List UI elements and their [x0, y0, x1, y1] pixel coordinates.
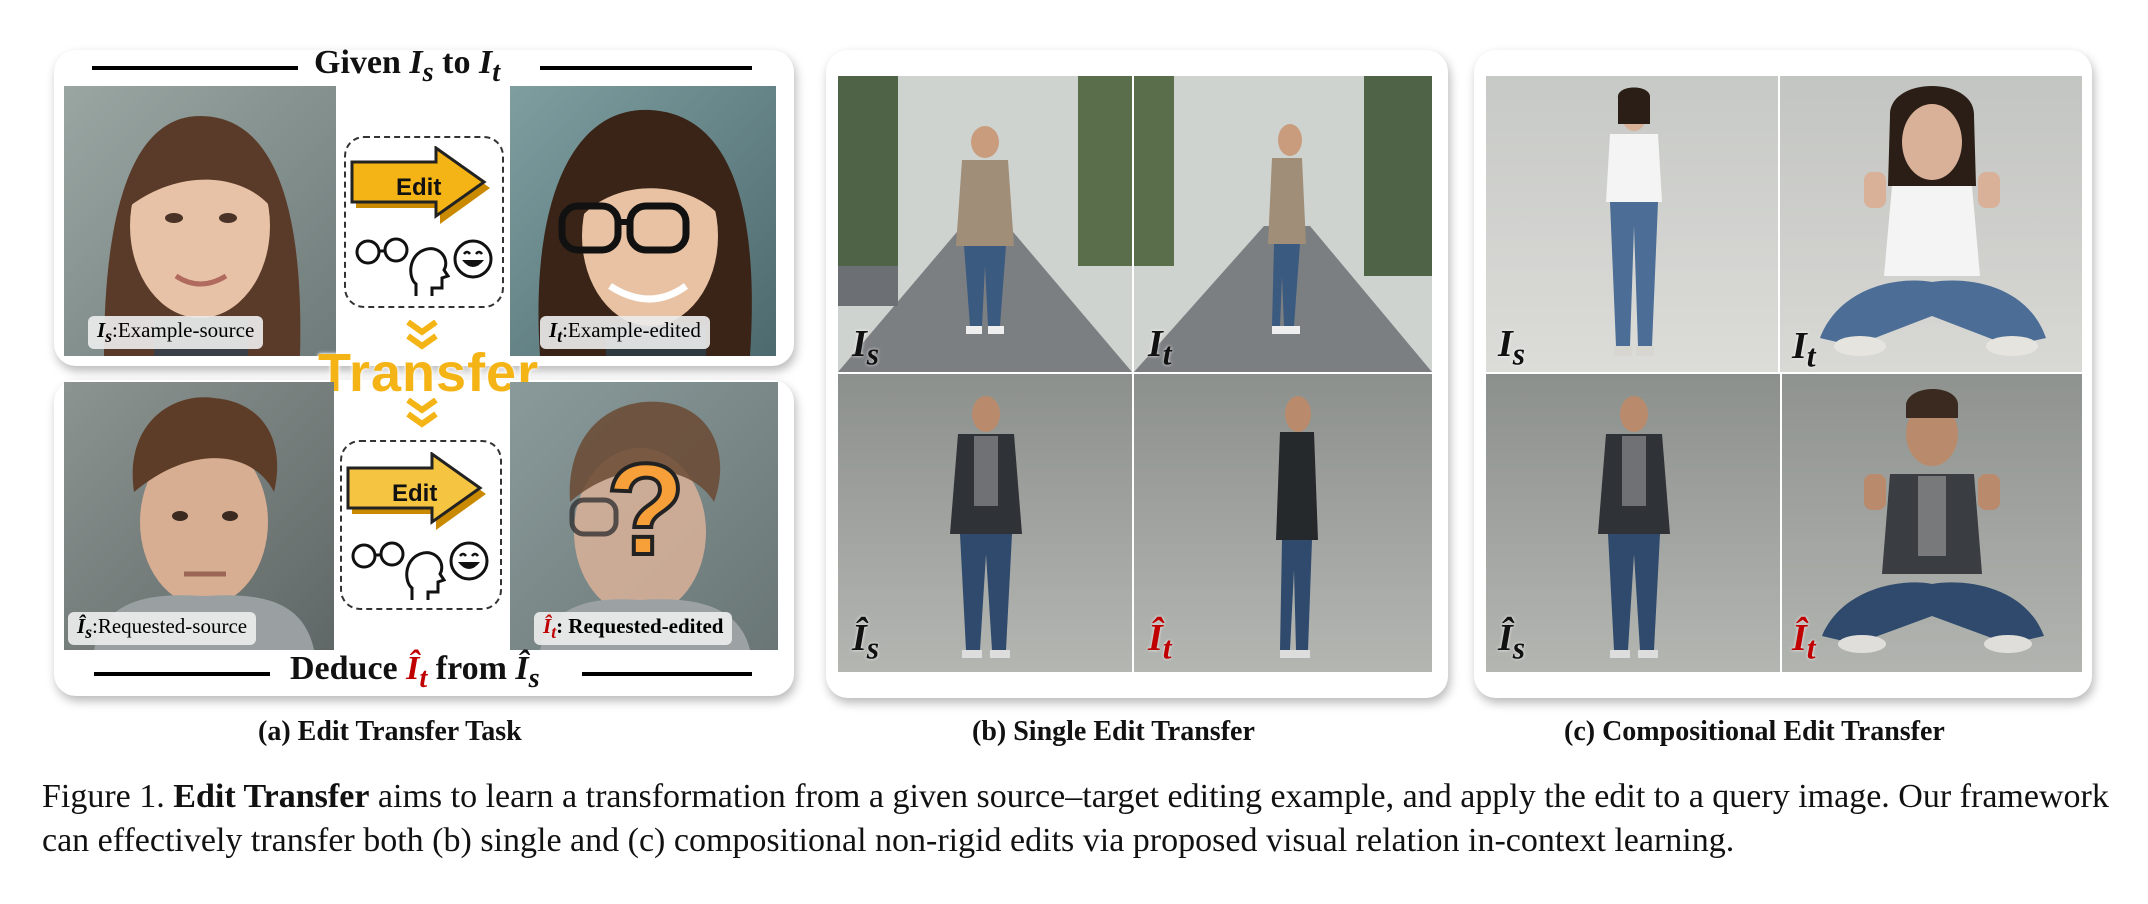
subcaption-c: (c) Compositional Edit Transfer	[1564, 716, 1945, 747]
caption-lead: Figure 1.	[42, 778, 174, 815]
label-requested-edited: Ît: Requested-edited	[534, 612, 733, 646]
head-icon-bottom	[405, 551, 446, 600]
given-heading: Given Is to It	[314, 44, 501, 88]
question-mark-icon: ?	[604, 436, 687, 582]
head-icon-top	[409, 247, 450, 296]
heading-rule-right-bottom	[582, 672, 752, 676]
c-sym-his: Îs	[1498, 617, 1526, 666]
b-example-edited-photo	[1134, 76, 1432, 372]
heading-rule-left-top	[92, 66, 298, 70]
b-requested-edited-photo	[1134, 374, 1432, 672]
c-requested-source-photo	[1486, 374, 1780, 672]
deduce-heading: Deduce Ît from Îs	[290, 650, 540, 694]
requested-source-photo	[64, 382, 334, 650]
heading-rule-right-top	[540, 66, 752, 70]
subcaption-a: (a) Edit Transfer Task	[258, 716, 522, 747]
b-requested-source-photo	[838, 374, 1132, 672]
edit-label-top: Edit	[396, 174, 442, 201]
figure-caption: Figure 1. Edit Transfer aims to learn a …	[42, 775, 2112, 863]
c-sym-is: Is	[1498, 323, 1526, 372]
subcaption-b: (b) Single Edit Transfer	[972, 716, 1255, 747]
c-requested-edited-photo	[1782, 374, 2082, 672]
heading-rule-left-bottom	[94, 672, 270, 676]
smile-icon-bottom	[449, 541, 489, 581]
b-sym-is: Is	[852, 323, 880, 372]
b-example-source-photo	[838, 76, 1132, 372]
transfer-word: Transfer	[318, 343, 540, 403]
edit-label-bottom: Edit	[392, 480, 438, 507]
chevron-down-icon-bottom	[406, 398, 438, 428]
c-sym-hit: Ît	[1792, 617, 1816, 666]
c-example-edited-photo	[1780, 76, 2082, 372]
label-example-source: Is:Example-source	[88, 316, 264, 350]
caption-bold: Edit Transfer	[173, 778, 370, 815]
b-sym-his: Îs	[852, 617, 880, 666]
glasses-icon-top	[355, 237, 409, 265]
smile-icon-top	[453, 239, 493, 279]
glasses-icon-bottom	[351, 541, 405, 569]
c-sym-it: It	[1792, 325, 1816, 374]
label-example-edited: It:Example-edited	[540, 316, 710, 350]
label-requested-source: Îs:Requested-source	[68, 612, 257, 646]
b-sym-it: It	[1148, 323, 1172, 372]
b-sym-hit: Ît	[1148, 617, 1172, 666]
c-example-source-photo	[1486, 76, 1778, 372]
